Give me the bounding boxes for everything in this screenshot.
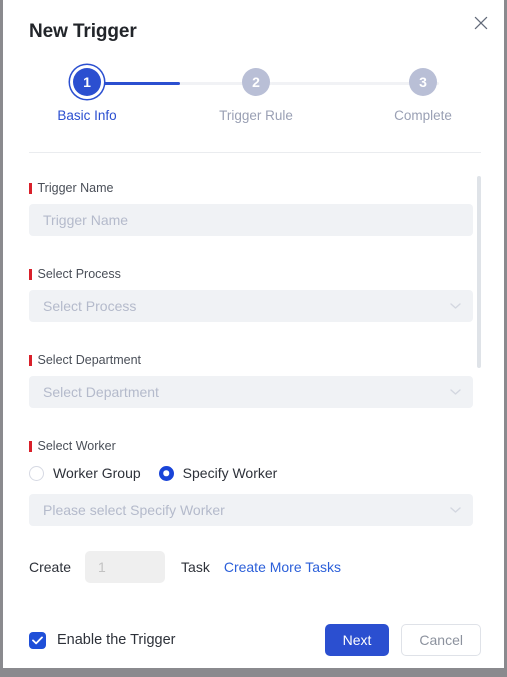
specify-worker-placeholder: Please select Specify Worker (43, 502, 225, 518)
radio-unchecked-icon (29, 465, 44, 481)
field-label-text: Select Process (37, 267, 121, 281)
stepper-connector-1-progress (102, 81, 180, 85)
create-more-tasks-link[interactable]: Create More Tasks (224, 559, 341, 575)
field-select-process: Select Process Select Process (29, 267, 473, 322)
field-select-worker: Select Worker Worker Group Specify Worke… (29, 439, 473, 526)
field-trigger-name: Trigger Name Trigger Name (29, 181, 473, 236)
select-department-dropdown[interactable]: Select Department (29, 376, 473, 408)
form-scroll-area: Trigger Name Trigger Name Select Process… (3, 165, 504, 540)
new-trigger-dialog: New Trigger 1 Basic Info 2 Trigger Rule … (3, 0, 504, 668)
field-label-trigger-name: Trigger Name (29, 181, 473, 195)
next-button[interactable]: Next (324, 624, 390, 656)
dialog-footer: Enable the Trigger Next Cancel (3, 612, 504, 668)
create-tasks-row: Create 1 Task Create More Tasks (29, 551, 341, 583)
field-label-text: Select Worker (37, 439, 116, 453)
stepper-step-label-2: Trigger Rule (219, 108, 293, 123)
radio-worker-group[interactable]: Worker Group (29, 465, 141, 481)
task-count-input[interactable]: 1 (85, 551, 166, 583)
worker-type-radio-group: Worker Group Specify Worker (29, 462, 473, 484)
close-icon[interactable] (468, 10, 494, 36)
stepper-step-label-1: Basic Info (57, 108, 117, 123)
radio-label-specify-worker: Specify Worker (182, 465, 278, 481)
cancel-button[interactable]: Cancel (401, 624, 481, 656)
stepper: 1 Basic Info 2 Trigger Rule 3 Complete (29, 68, 481, 128)
chevron-down-icon (450, 303, 461, 310)
required-marker-icon (29, 440, 32, 452)
radio-checked-icon (158, 465, 174, 481)
task-count-placeholder: 1 (98, 559, 106, 575)
select-process-dropdown[interactable]: Select Process (29, 290, 473, 322)
page-title: New Trigger (29, 21, 137, 42)
form-scrollbar-track[interactable] (477, 176, 481, 532)
chevron-down-icon (450, 389, 461, 396)
radio-label-worker-group: Worker Group (53, 465, 141, 481)
stepper-step-number-1: 1 (73, 68, 101, 96)
required-marker-icon (29, 354, 32, 366)
trigger-name-placeholder: Trigger Name (43, 212, 129, 228)
enable-trigger-checkbox[interactable]: Enable the Trigger (29, 631, 176, 649)
field-label-text: Select Department (37, 353, 142, 367)
field-select-department: Select Department Select Department (29, 353, 473, 408)
stepper-step-trigger-rule[interactable]: 2 Trigger Rule (201, 68, 311, 123)
check-icon (29, 631, 46, 649)
required-marker-icon (29, 182, 32, 194)
form-scrollbar-thumb[interactable] (477, 176, 481, 368)
select-process-placeholder: Select Process (43, 298, 137, 314)
stepper-step-number-3: 3 (409, 68, 437, 96)
field-label-select-worker: Select Worker (29, 439, 473, 453)
create-tasks-prefix-label: Create (29, 559, 72, 575)
stepper-step-basic-info[interactable]: 1 Basic Info (32, 68, 142, 123)
enable-trigger-label: Enable the Trigger (57, 632, 176, 648)
required-marker-icon (29, 268, 32, 280)
create-tasks-suffix-label: Task (181, 559, 210, 575)
footer-button-group: Next Cancel (324, 624, 481, 656)
radio-specify-worker[interactable]: Specify Worker (158, 465, 278, 481)
specify-worker-dropdown[interactable]: Please select Specify Worker (29, 494, 473, 526)
stepper-step-complete[interactable]: 3 Complete (368, 68, 478, 123)
field-label-text: Trigger Name (37, 181, 114, 195)
stepper-step-label-3: Complete (394, 108, 452, 123)
stepper-step-number-2: 2 (242, 68, 270, 96)
trigger-name-input[interactable]: Trigger Name (29, 204, 473, 236)
header-divider (29, 152, 481, 153)
field-label-select-process: Select Process (29, 267, 473, 281)
chevron-down-icon (450, 507, 461, 514)
field-label-select-department: Select Department (29, 353, 473, 367)
select-department-placeholder: Select Department (43, 384, 159, 400)
